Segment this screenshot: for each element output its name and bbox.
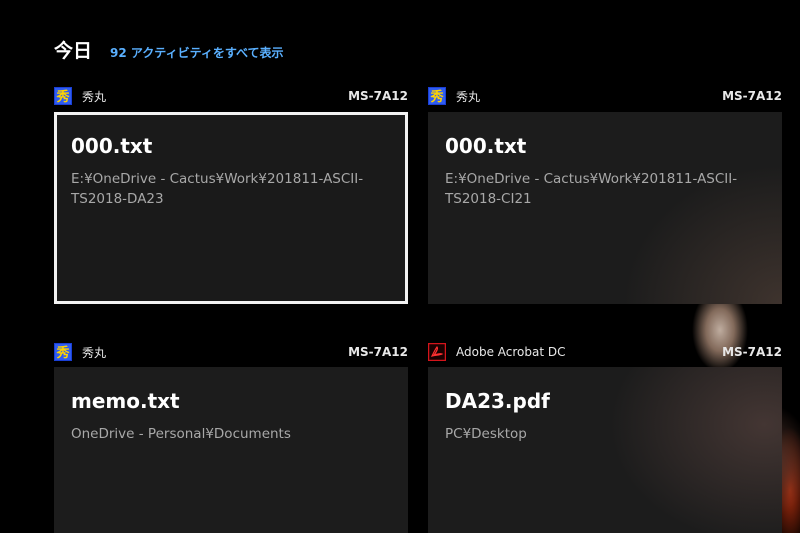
svg-text:秀: 秀 bbox=[55, 89, 70, 105]
file-path: OneDrive - Personal¥Documents bbox=[71, 426, 291, 442]
activity-card[interactable]: 000.txt E:¥OneDrive - Cactus¥Work¥201811… bbox=[54, 112, 408, 304]
file-name: DA23.pdf bbox=[445, 389, 550, 413]
svg-text:秀: 秀 bbox=[429, 89, 444, 105]
app-name: 秀丸 bbox=[82, 89, 107, 104]
file-path: E:¥OneDrive - Cactus¥Work¥201811-ASCII-T… bbox=[71, 171, 364, 207]
see-all-activities-link[interactable]: 92 アクティビティをすべて表示 bbox=[110, 44, 284, 61]
hidemaru-icon: 秀 bbox=[54, 87, 72, 105]
card-header: 秀 秀丸 MS-7A12 bbox=[54, 340, 408, 364]
device-name: MS-7A12 bbox=[722, 89, 782, 103]
card-header: Adobe Acrobat DC MS-7A12 bbox=[428, 340, 782, 364]
file-name: 000.txt bbox=[71, 134, 153, 158]
activity-card[interactable]: memo.txt OneDrive - Personal¥Documents bbox=[54, 367, 408, 533]
activity-card-group: 秀 秀丸 MS-7A12 000.txt E:¥OneDrive - Cactu… bbox=[428, 84, 782, 304]
card-header: 秀 秀丸 MS-7A12 bbox=[428, 84, 782, 108]
device-name: MS-7A12 bbox=[348, 89, 408, 103]
app-name: 秀丸 bbox=[456, 89, 481, 104]
device-name: MS-7A12 bbox=[348, 345, 408, 359]
file-name: memo.txt bbox=[71, 389, 180, 413]
app-name: Adobe Acrobat DC bbox=[456, 345, 566, 359]
file-name: 000.txt bbox=[445, 134, 527, 158]
activity-card[interactable]: DA23.pdf PC¥Desktop bbox=[428, 367, 782, 533]
file-path: E:¥OneDrive - Cactus¥Work¥201811-ASCII-T… bbox=[445, 171, 738, 207]
hidemaru-icon: 秀 bbox=[428, 87, 446, 105]
activity-card-group: Adobe Acrobat DC MS-7A12 DA23.pdf PC¥Des… bbox=[428, 340, 782, 533]
timeline-view: 今日 92 アクティビティをすべて表示 秀 秀丸 MS-7A12 000.txt… bbox=[0, 0, 800, 533]
svg-text:秀: 秀 bbox=[55, 345, 70, 361]
device-name: MS-7A12 bbox=[722, 345, 782, 359]
activity-card-group: 秀 秀丸 MS-7A12 memo.txt OneDrive - Persona… bbox=[54, 340, 408, 533]
file-path: PC¥Desktop bbox=[445, 426, 527, 442]
activity-card-group: 秀 秀丸 MS-7A12 000.txt E:¥OneDrive - Cactu… bbox=[54, 84, 408, 304]
timeline-header: 今日 92 アクティビティをすべて表示 bbox=[54, 36, 284, 63]
section-title: 今日 bbox=[54, 40, 93, 62]
acrobat-icon bbox=[428, 343, 446, 361]
card-header: 秀 秀丸 MS-7A12 bbox=[54, 84, 408, 108]
hidemaru-icon: 秀 bbox=[54, 343, 72, 361]
app-name: 秀丸 bbox=[82, 345, 107, 360]
activity-card[interactable]: 000.txt E:¥OneDrive - Cactus¥Work¥201811… bbox=[428, 112, 782, 304]
